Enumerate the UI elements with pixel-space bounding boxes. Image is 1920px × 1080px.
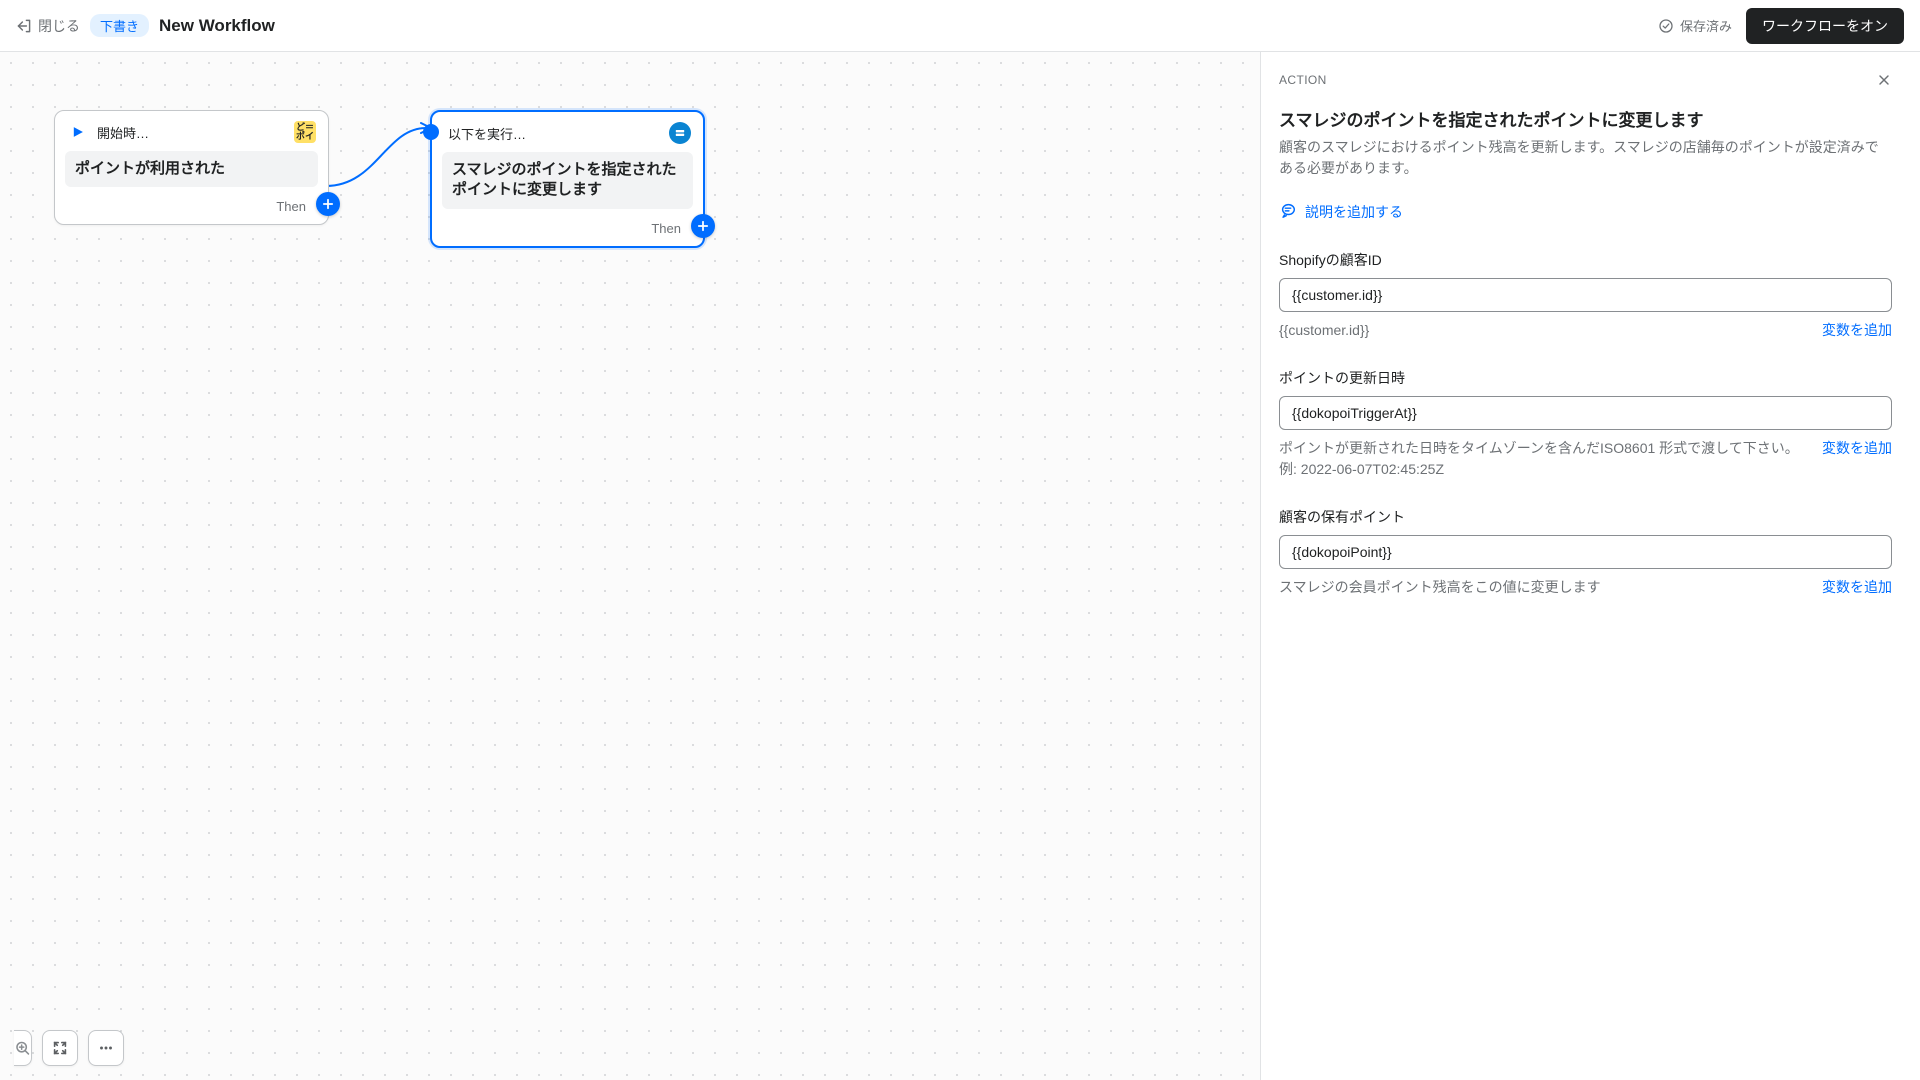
chat-icon xyxy=(1279,201,1297,222)
add-variable-link[interactable]: 変数を追加 xyxy=(1822,320,1892,340)
points-input[interactable] xyxy=(1279,535,1892,569)
trigger-node[interactable]: 開始時… ど＝ ポイ ポイントが利用された Then xyxy=(54,110,329,225)
app-badge-dokopoi-icon: ど＝ ポイ xyxy=(294,121,316,143)
exit-icon xyxy=(16,18,32,34)
action-node-body[interactable]: スマレジのポイントを指定されたポイントに変更します xyxy=(442,152,693,209)
play-icon xyxy=(67,121,89,143)
trigger-header-label: 開始時… xyxy=(97,123,149,142)
panel-title: スマレジのポイントを指定されたポイントに変更します xyxy=(1279,106,1892,131)
field-help-updated-at: ポイントが更新された日時をタイムゾーンを含んだISO8601 形式で渡して下さい… xyxy=(1279,438,1812,479)
node-input-port[interactable] xyxy=(423,124,439,140)
action-header-label: 以下を実行… xyxy=(448,124,526,143)
panel-close-button[interactable] xyxy=(1876,72,1892,88)
field-label-customer-id: Shopifyの顧客ID xyxy=(1279,250,1892,270)
panel-description: 顧客のスマレジにおけるポイント残高を更新します。スマレジの店舗毎のポイントが設定… xyxy=(1279,137,1892,179)
field-label-updated-at: ポイントの更新日時 xyxy=(1279,368,1892,388)
action-config-panel: ACTION スマレジのポイントを指定されたポイントに変更します 顧客のスマレジ… xyxy=(1260,52,1920,1080)
action-then-label: Then xyxy=(651,221,681,236)
workflow-title[interactable]: New Workflow xyxy=(159,16,275,36)
customer-id-input[interactable] xyxy=(1279,278,1892,312)
saved-label: 保存済み xyxy=(1680,16,1732,35)
updated-at-input[interactable] xyxy=(1279,396,1892,430)
add-step-button[interactable] xyxy=(316,192,340,216)
field-help-points: スマレジの会員ポイント残高をこの値に変更します xyxy=(1279,577,1812,597)
workflow-canvas[interactable]: 開始時… ど＝ ポイ ポイントが利用された Then 以下を実行… xyxy=(0,52,1260,1080)
trigger-node-body[interactable]: ポイントが利用された xyxy=(65,151,318,187)
zoom-in-button[interactable] xyxy=(14,1030,32,1066)
close-button[interactable]: 閉じる xyxy=(16,16,80,36)
panel-section-label: ACTION xyxy=(1279,73,1327,87)
activate-workflow-button[interactable]: ワークフローをオン xyxy=(1746,8,1904,44)
action-node-header: 以下を実行… xyxy=(432,112,703,152)
trigger-then-label: Then xyxy=(276,199,306,214)
app-badge-smaregi-icon xyxy=(669,122,691,144)
add-variable-link[interactable]: 変数を追加 xyxy=(1822,438,1892,479)
add-description-label: 説明を追加する xyxy=(1305,202,1403,222)
field-label-points: 顧客の保有ポイント xyxy=(1279,507,1892,527)
add-step-button[interactable] xyxy=(691,214,715,238)
add-variable-link[interactable]: 変数を追加 xyxy=(1822,577,1892,597)
saved-status: 保存済み xyxy=(1658,16,1732,35)
trigger-node-header: 開始時… ど＝ ポイ xyxy=(55,111,328,151)
topbar: 閉じる 下書き New Workflow 保存済み ワークフローをオン xyxy=(0,0,1920,52)
draft-badge: 下書き xyxy=(90,14,149,37)
check-icon xyxy=(1658,18,1674,34)
add-description-button[interactable]: 説明を追加する xyxy=(1279,201,1892,222)
field-help-customer-id: {{customer.id}} xyxy=(1279,320,1812,340)
more-options-button[interactable] xyxy=(88,1030,124,1066)
close-label: 閉じる xyxy=(38,16,80,36)
fit-view-button[interactable] xyxy=(42,1030,78,1066)
action-node[interactable]: 以下を実行… スマレジのポイントを指定されたポイントに変更します Then xyxy=(430,110,705,248)
